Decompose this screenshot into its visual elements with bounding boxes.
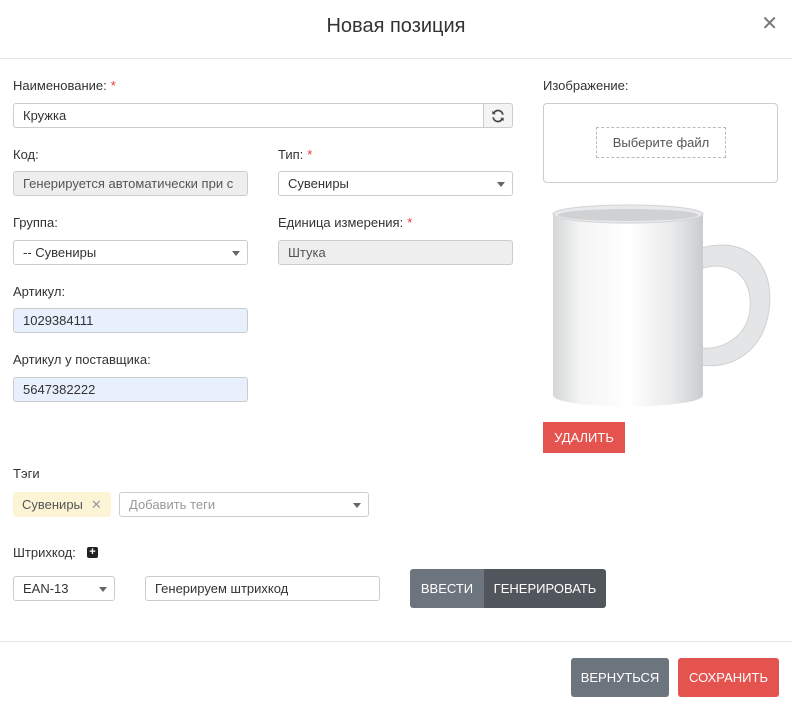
unit-input: Штука [278,240,513,265]
modal-header: Новая позиция ✕ [0,0,792,59]
generate-barcode-button[interactable]: ГЕНЕРИРОВАТЬ [484,569,606,608]
code-label: Код: [13,147,39,162]
new-item-modal: Новая позиция ✕ Наименование: * Кружка Ко… [0,0,792,709]
barcode-type-select[interactable]: EAN-13 [13,576,115,601]
required-mark: * [407,215,413,230]
modal-title: Новая позиция [326,15,466,37]
image-upload-area: Выберите файл [543,103,778,183]
modal-footer [0,641,792,709]
article-label: Артикул: [13,284,66,299]
code-input: Генерируется автоматически при с [13,171,248,196]
save-button[interactable]: СОХРАНИТЬ [678,658,779,697]
unit-label: Единица измерения: * [278,215,413,230]
article-input[interactable]: 1029384111 [13,308,248,333]
type-select[interactable]: Сувениры [278,171,513,196]
supplier-article-label: Артикул у поставщика: [13,352,151,367]
tag-label: Сувениры [22,497,83,512]
type-label: Тип: * [278,147,313,162]
name-label: Наименование: * [13,78,116,93]
delete-image-button[interactable]: УДАЛИТЬ [543,422,625,453]
tag-chip: Сувениры ✕ [13,492,111,517]
close-icon[interactable]: ✕ [761,14,778,34]
required-mark: * [307,147,313,162]
supplier-article-input[interactable]: 5647382222 [13,377,248,402]
choose-file-button[interactable]: Выберите файл [596,127,726,158]
tags-label: Тэги [13,466,40,481]
back-button[interactable]: ВЕРНУТЬСЯ [571,658,669,697]
barcode-label: Штрихкод: [13,545,76,560]
image-label: Изображение: [543,78,629,93]
group-select[interactable]: -- Сувениры [13,240,248,265]
name-input[interactable]: Кружка [13,103,484,128]
group-label: Группа: [13,215,58,230]
regenerate-name-button[interactable] [483,103,513,128]
enter-barcode-button[interactable]: ВВЕСТИ [410,569,484,608]
remove-tag-icon[interactable]: ✕ [91,497,102,513]
add-barcode-icon[interactable]: + [87,547,98,558]
required-mark: * [110,78,116,93]
refresh-icon [492,109,504,122]
mug-image [552,204,771,407]
tags-input[interactable]: Добавить теги [119,492,369,517]
barcode-input[interactable]: Генерируем штрихкод [145,576,380,601]
